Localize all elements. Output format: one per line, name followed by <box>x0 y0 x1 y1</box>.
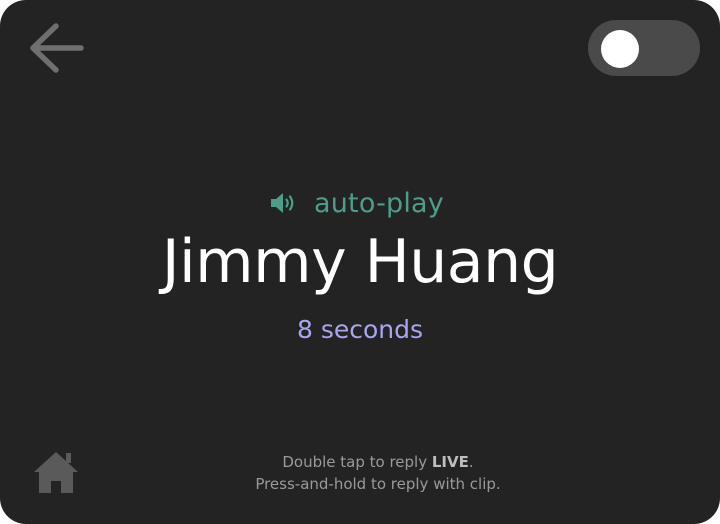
auto-play-toggle[interactable] <box>588 20 700 76</box>
arrow-left-icon <box>30 23 84 73</box>
auto-play-indicator: auto-play <box>0 184 720 222</box>
auto-play-label: auto-play <box>314 187 444 219</box>
live-keyword: LIVE <box>431 453 469 471</box>
message-duration: 8 seconds <box>296 315 424 344</box>
caller-name: Jimmy Huang <box>161 227 559 297</box>
reply-instructions: Double tap to reply LIVE. Press-and-hold… <box>0 451 720 495</box>
toggle-knob <box>601 30 639 68</box>
hint-line-live: Double tap to reply LIVE. <box>282 453 474 471</box>
speaker-icon <box>271 193 294 213</box>
back-button[interactable] <box>26 22 84 74</box>
hint-line-clip: Press-and-hold to reply with clip. <box>255 475 501 493</box>
walkie-talkie-screen: auto-play Jimmy Huang 8 seconds Double t… <box>0 0 720 524</box>
